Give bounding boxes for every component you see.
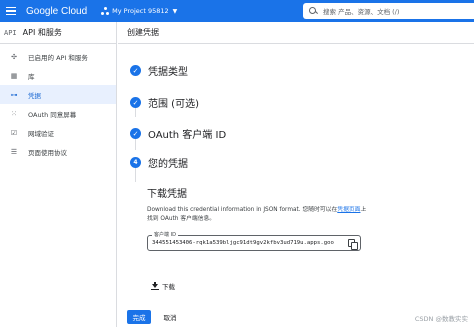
sidebar-item-library[interactable]: ▦ 库 (0, 66, 116, 85)
project-name: My Project 95812 (112, 7, 169, 15)
sidebar-item-label: OAuth 同意屏幕 (28, 110, 77, 119)
sidebar: API API 和服务 ✣ 已启用的 API 和服务 ▦ 库 ⊶ 凭据 ⁙ OA… (0, 22, 117, 327)
done-button[interactable]: 完成 (127, 310, 151, 324)
project-selector[interactable]: My Project 95812 ▼ (101, 7, 177, 15)
sidebar-item-domain-verification[interactable]: ☑ 网域验证 (0, 123, 116, 142)
cancel-button[interactable]: 取消 (158, 310, 182, 324)
sidebar-item-label: 页面使用协议 (28, 148, 67, 157)
api-icon: API (4, 28, 17, 37)
top-bar: Google Cloud My Project 95812 ▼ 搜索 产品、资源… (0, 0, 474, 22)
desc-text: Download this credential information in … (147, 207, 338, 213)
sidebar-item-credentials[interactable]: ⊶ 凭据 (0, 85, 116, 104)
download-description: Download this credential information in … (147, 206, 367, 224)
step-label: OAuth 客户端 ID (148, 130, 227, 141)
settings-grid-icon: ✣ (11, 52, 17, 61)
client-id-field[interactable]: 客户端 ID 344551453406-rqk1a539bljgc91dt9gv… (147, 231, 361, 251)
sidebar-title: API 和服务 (22, 28, 62, 37)
client-id-label: 客户端 ID (152, 231, 178, 238)
copy-icon[interactable] (348, 239, 358, 250)
credentials-page-link[interactable]: 凭据页面 (337, 207, 360, 213)
step-label: 您的凭据 (148, 159, 188, 170)
sidebar-item-label: 库 (28, 72, 35, 81)
sidebar-item-enabled-apis[interactable]: ✣ 已启用的 API 和服务 (0, 47, 116, 66)
domain-check-icon: ☑ (10, 128, 18, 137)
step-credential-type[interactable]: ✓ 凭据类型 (130, 63, 188, 78)
step-label: 范围 (可选) (148, 99, 199, 110)
download-icon (151, 282, 159, 291)
client-id-value: 344551453406-rqk1a539bljgc91dt9gv2kfbv3u… (152, 240, 334, 246)
search-placeholder: 搜索 产品、资源、文档 (/) (323, 8, 400, 16)
consent-icon: ⁙ (11, 109, 17, 118)
sidebar-item-page-usage-agreement[interactable]: ☰ 页面使用协议 (0, 142, 116, 161)
search-input[interactable]: 搜索 产品、资源、文档 (/) (303, 3, 474, 19)
step-number-badge: 4 (130, 157, 141, 168)
brand-logo[interactable]: Google Cloud (26, 6, 87, 17)
step-oauth-client-id[interactable]: ✓ OAuth 客户端 ID (130, 126, 226, 141)
sidebar-header: API API 和服务 (0, 22, 116, 44)
check-icon: ✓ (130, 97, 141, 108)
step-your-credentials: 4 您的凭据 (130, 155, 188, 170)
step-label: 凭据类型 (148, 67, 188, 78)
menu-icon[interactable] (0, 0, 22, 22)
check-icon: ✓ (130, 65, 141, 76)
search-icon (309, 7, 317, 15)
agreement-icon: ☰ (10, 147, 18, 156)
sidebar-item-label: 已启用的 API 和服务 (28, 53, 88, 62)
sidebar-list: ✣ 已启用的 API 和服务 ▦ 库 ⊶ 凭据 ⁙ OAuth 同意屏幕 ☑ 网… (0, 44, 116, 161)
check-icon: ✓ (130, 128, 141, 139)
chevron-down-icon: ▼ (172, 7, 178, 15)
sidebar-item-label: 网域验证 (28, 129, 54, 138)
sidebar-item-oauth-consent[interactable]: ⁙ OAuth 同意屏幕 (0, 104, 116, 123)
key-icon: ⊶ (10, 90, 18, 99)
library-icon: ▦ (10, 71, 18, 80)
download-title: 下载凭据 (147, 189, 187, 200)
page-title: 创建凭据 (118, 22, 474, 44)
download-button[interactable]: 下载 (151, 281, 175, 291)
step-scopes[interactable]: ✓ 范围 (可选) (130, 95, 199, 110)
sidebar-item-label: 凭据 (28, 91, 41, 100)
download-label: 下载 (162, 283, 175, 291)
main-content: 创建凭据 ✓ 凭据类型 ✓ 范围 (可选) ✓ OAuth 客户端 ID 4 您… (118, 22, 474, 327)
watermark: CSDN @数教实实 (414, 315, 468, 323)
project-icon (101, 7, 110, 15)
